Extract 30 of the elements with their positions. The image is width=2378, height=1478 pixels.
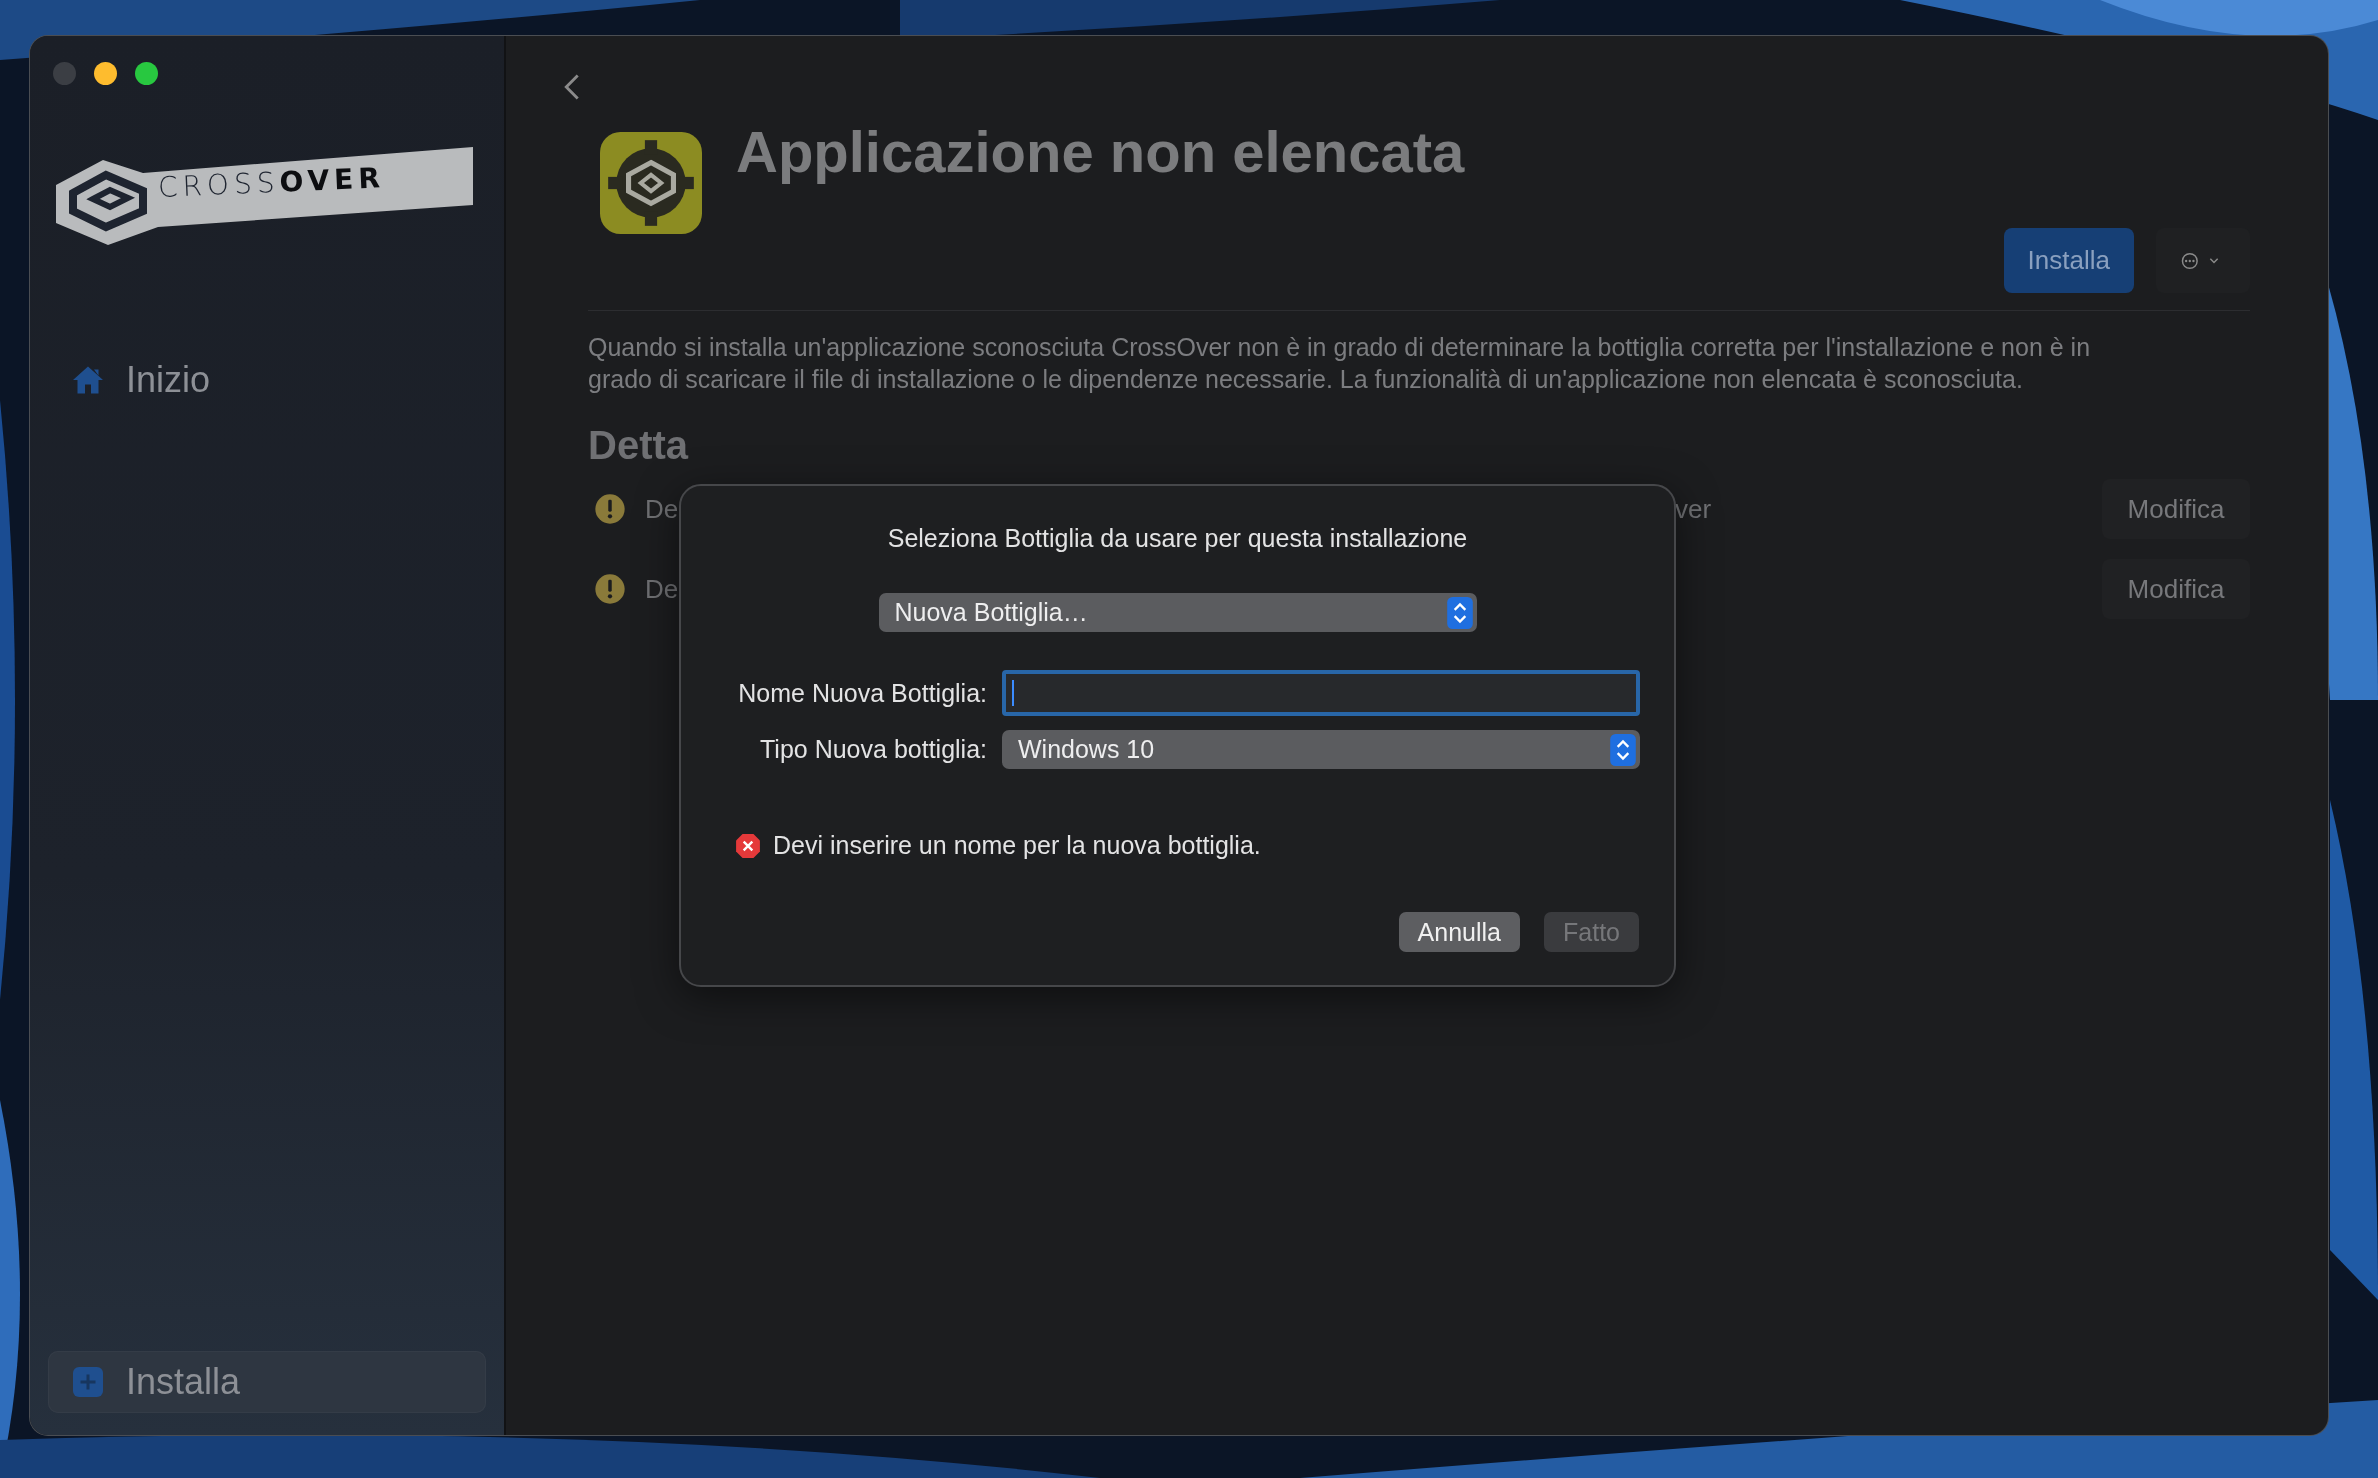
field-label: Nome Nuova Bottiglia: bbox=[737, 678, 987, 708]
dialog-title: Seleziona Bottiglia da usare per questa installazione bbox=[887, 524, 1468, 553]
sidebar-item[interactable]: Installa bbox=[48, 1351, 486, 1413]
app-icon bbox=[600, 132, 702, 234]
detail-text: ver bbox=[1675, 493, 1712, 525]
bottle-select[interactable]: Nuova Bottiglia… bbox=[878, 593, 1477, 632]
install-button[interactable]: Installa bbox=[2003, 228, 2134, 293]
error-message: Devi inserire un nome per la nuova bottiglia. bbox=[773, 831, 1261, 860]
logo-text: CROSSOVER bbox=[157, 161, 386, 204]
warning-icon bbox=[594, 493, 626, 525]
detail-text: De bbox=[645, 493, 680, 525]
sidebar-item[interactable]: Inizio bbox=[48, 349, 486, 411]
window-control[interactable] bbox=[135, 62, 158, 85]
edit-button[interactable]: Modifica bbox=[2102, 479, 2250, 539]
field-label: Tipo Nuova bottiglia: bbox=[759, 735, 987, 764]
input-field[interactable] bbox=[1002, 670, 1640, 716]
description-text: Quando si installa un'applicazione sconosciuta CrossOver non è in grado di determinare la bottiglia corretta per l'installazione e non è in grado di scaricare il file di installazione o le dipendenze necessarie. La funzionalità di un'applicazione non elencata è sconosciuta. bbox=[588, 332, 2092, 395]
chevron-updown-icon bbox=[1610, 733, 1636, 766]
chevron-updown-icon bbox=[1446, 596, 1473, 629]
dropdown[interactable]: Windows 10 bbox=[1002, 730, 1640, 769]
page-title: Applicazione non elencata bbox=[736, 118, 1466, 185]
plus-icon bbox=[70, 1364, 106, 1400]
detail-text: De bbox=[645, 573, 680, 605]
section-heading: Detta bbox=[588, 423, 690, 468]
edit-button[interactable]: Modifica bbox=[2102, 559, 2250, 619]
dialog-button[interactable]: Annulla bbox=[1398, 912, 1520, 952]
back-icon[interactable] bbox=[564, 72, 580, 102]
error-icon bbox=[735, 832, 761, 859]
window-control[interactable] bbox=[94, 62, 117, 85]
warning-icon bbox=[594, 573, 626, 605]
